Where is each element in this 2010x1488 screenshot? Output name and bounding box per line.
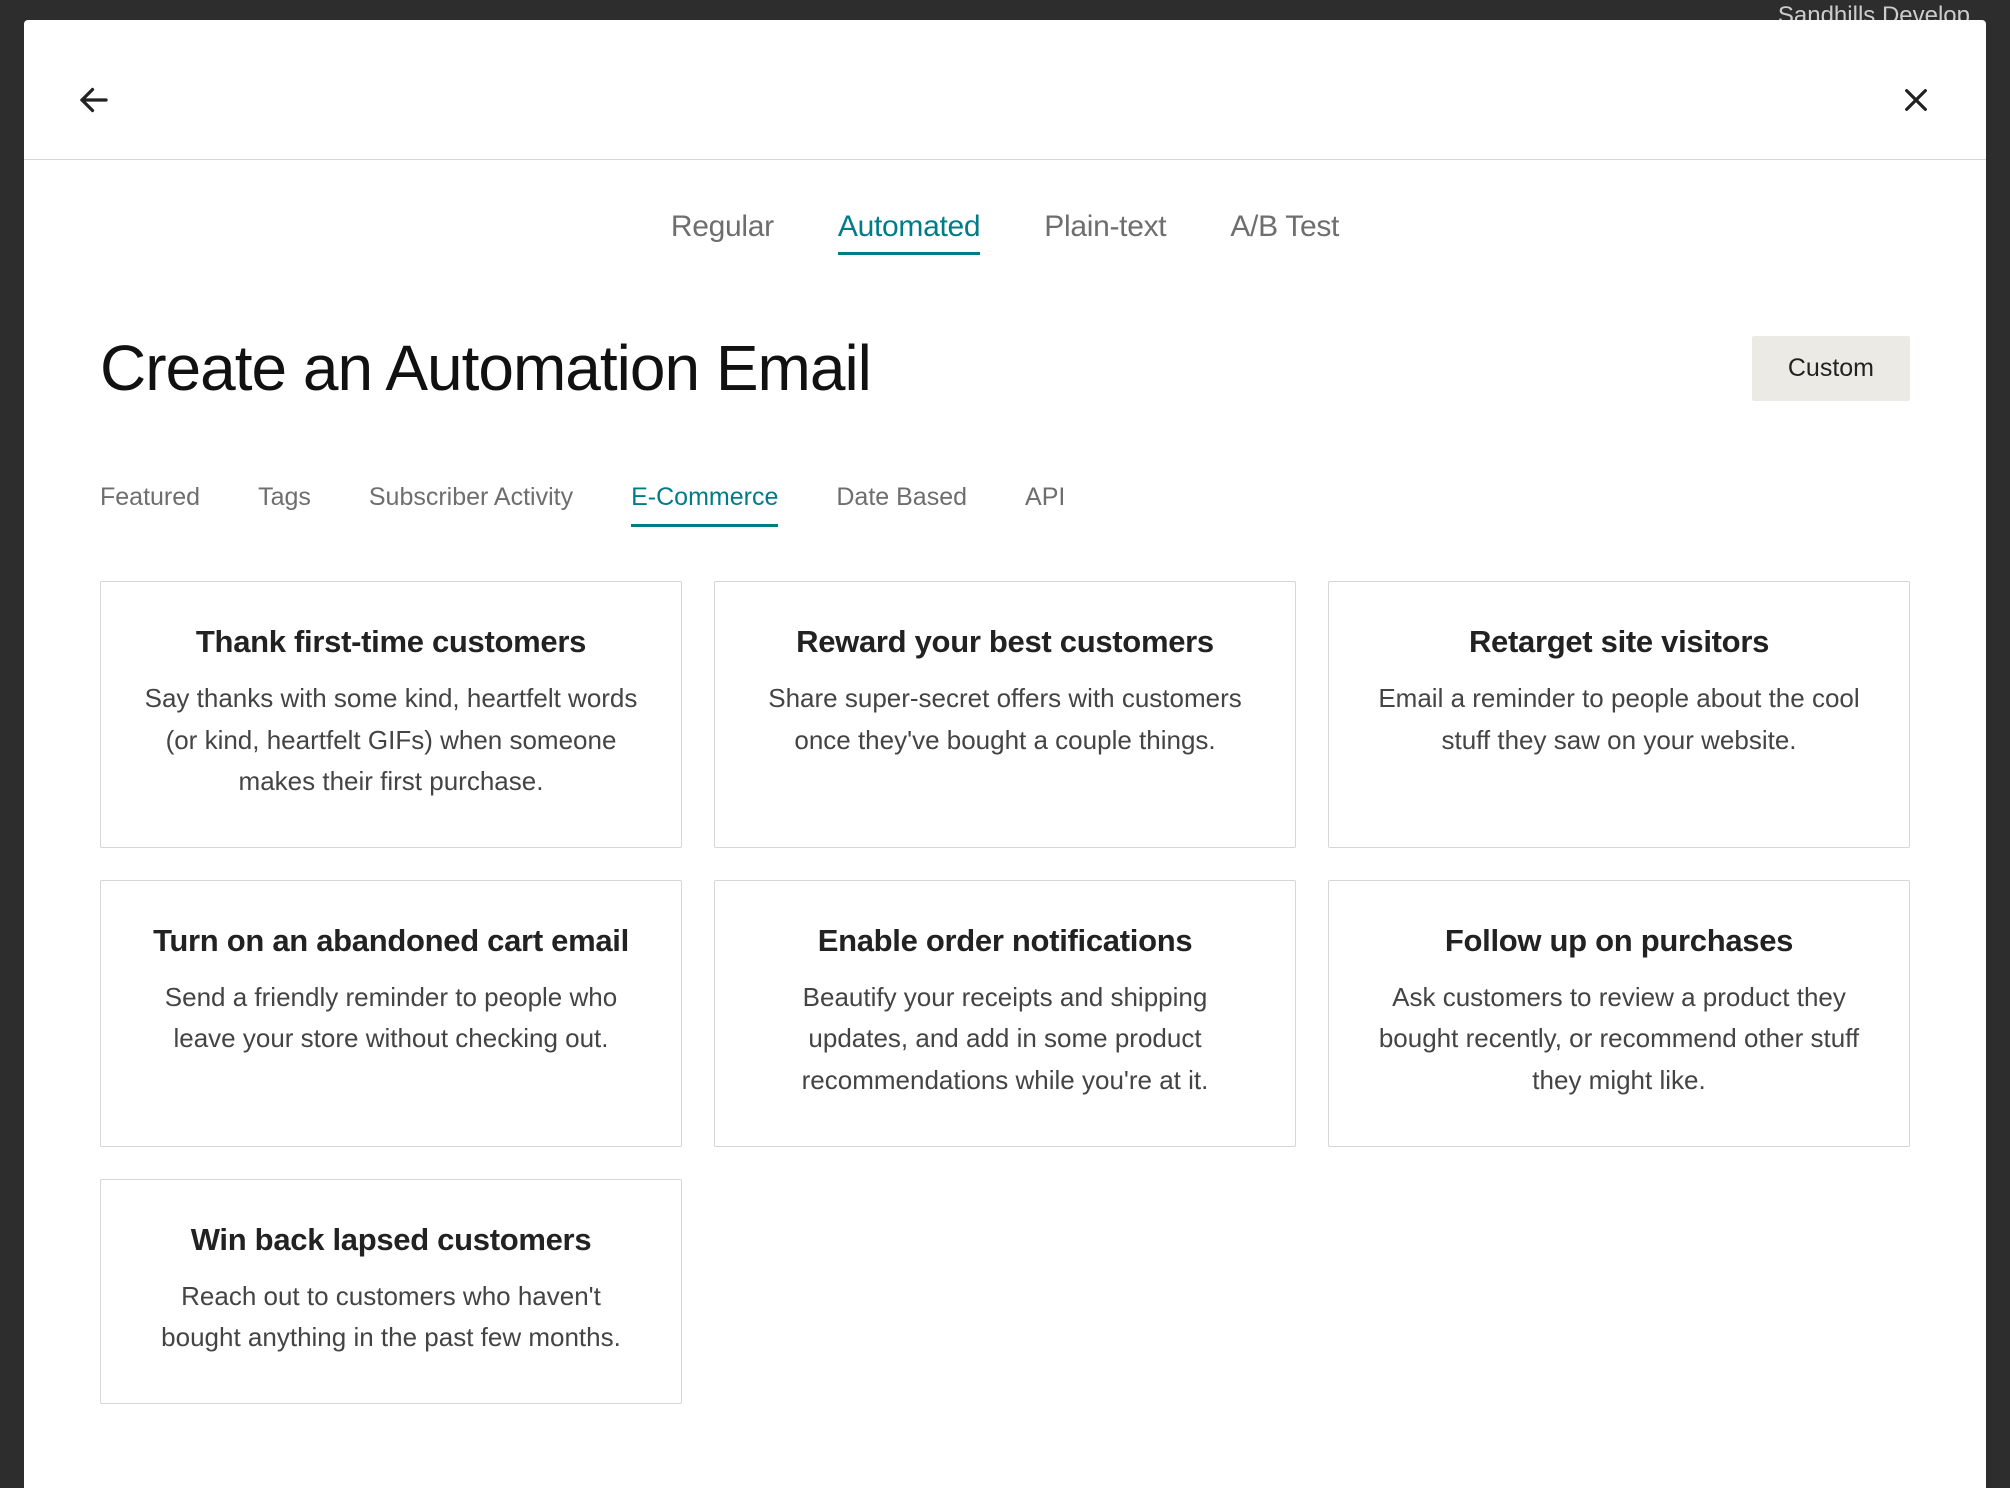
- tab-plain-text[interactable]: Plain-text: [1044, 210, 1166, 255]
- campaign-type-tabs: Regular Automated Plain-text A/B Test: [100, 160, 1910, 289]
- category-date-based[interactable]: Date Based: [836, 483, 967, 527]
- category-featured[interactable]: Featured: [100, 483, 200, 527]
- tab-regular[interactable]: Regular: [671, 210, 774, 255]
- modal-header: [24, 20, 1986, 160]
- card-reward-best-customers[interactable]: Reward your best customers Share super-s…: [714, 581, 1296, 848]
- card-title: Turn on an abandoned cart email: [141, 923, 641, 959]
- card-title: Thank first-time customers: [141, 624, 641, 660]
- title-row: Create an Automation Email Custom: [100, 331, 1910, 405]
- card-follow-up-purchases[interactable]: Follow up on purchases Ask customers to …: [1328, 880, 1910, 1147]
- category-subscriber-activity[interactable]: Subscriber Activity: [369, 483, 573, 527]
- card-desc: Share super-secret offers with customers…: [755, 678, 1255, 761]
- arrow-left-icon: [76, 82, 112, 118]
- card-desc: Email a reminder to people about the coo…: [1369, 678, 1869, 761]
- automation-category-tabs: Featured Tags Subscriber Activity E-Comm…: [100, 483, 1910, 527]
- card-retarget-site-visitors[interactable]: Retarget site visitors Email a reminder …: [1328, 581, 1910, 848]
- tab-automated[interactable]: Automated: [838, 210, 980, 255]
- card-title: Enable order notifications: [755, 923, 1255, 959]
- category-tags[interactable]: Tags: [258, 483, 311, 527]
- card-desc: Say thanks with some kind, heartfelt wor…: [141, 678, 641, 803]
- card-title: Reward your best customers: [755, 624, 1255, 660]
- back-button[interactable]: [70, 76, 118, 124]
- custom-button[interactable]: Custom: [1752, 336, 1910, 401]
- card-thank-first-time-customers[interactable]: Thank first-time customers Say thanks wi…: [100, 581, 682, 848]
- close-button[interactable]: [1892, 76, 1940, 124]
- card-title: Win back lapsed customers: [141, 1222, 641, 1258]
- page-title: Create an Automation Email: [100, 331, 871, 405]
- category-e-commerce[interactable]: E-Commerce: [631, 483, 778, 527]
- close-icon: [1900, 84, 1932, 116]
- modal-body: Regular Automated Plain-text A/B Test Cr…: [24, 160, 1986, 1488]
- card-win-back-lapsed[interactable]: Win back lapsed customers Reach out to c…: [100, 1179, 682, 1404]
- card-desc: Beautify your receipts and shipping upda…: [755, 977, 1255, 1102]
- create-automation-modal: Regular Automated Plain-text A/B Test Cr…: [24, 20, 1986, 1488]
- card-abandoned-cart-email[interactable]: Turn on an abandoned cart email Send a f…: [100, 880, 682, 1147]
- card-title: Retarget site visitors: [1369, 624, 1869, 660]
- card-desc: Reach out to customers who haven't bough…: [141, 1276, 641, 1359]
- card-order-notifications[interactable]: Enable order notifications Beautify your…: [714, 880, 1296, 1147]
- category-api[interactable]: API: [1025, 483, 1065, 527]
- card-title: Follow up on purchases: [1369, 923, 1869, 959]
- card-desc: Send a friendly reminder to people who l…: [141, 977, 641, 1060]
- automation-cards-grid: Thank first-time customers Say thanks wi…: [100, 581, 1910, 1404]
- tab-ab-test[interactable]: A/B Test: [1230, 210, 1339, 255]
- card-desc: Ask customers to review a product they b…: [1369, 977, 1869, 1102]
